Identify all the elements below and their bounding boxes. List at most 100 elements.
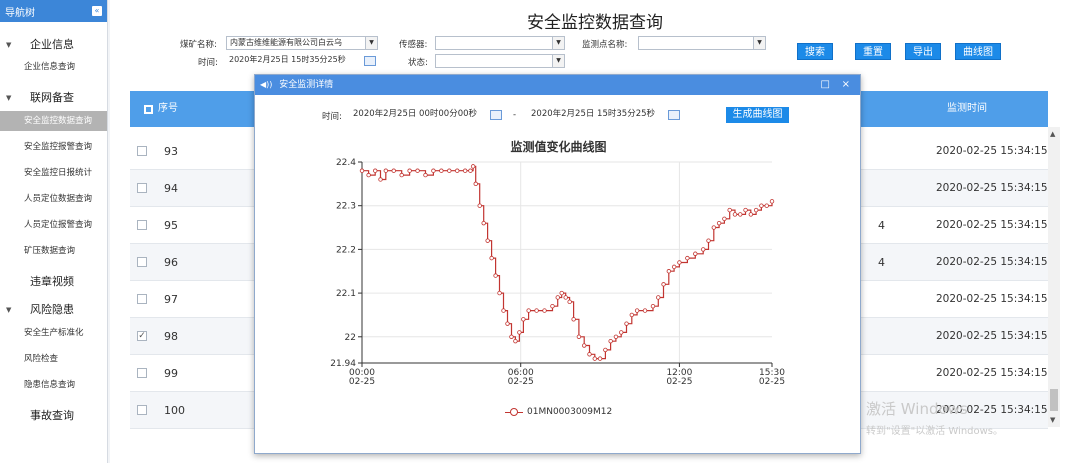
point-select[interactable]: ▼ <box>638 36 766 50</box>
sidebar-item-mine-pressure[interactable]: 矿压数据查询 <box>0 241 107 261</box>
data-point <box>597 356 603 361</box>
data-point <box>485 238 490 243</box>
row-checkbox[interactable] <box>137 405 147 415</box>
search-button[interactable]: 搜索 <box>797 43 833 60</box>
export-button[interactable]: 导出 <box>905 43 941 60</box>
row-seq: 100 <box>164 404 185 417</box>
mine-select[interactable]: 内蒙古维维能源有限公司白云乌 ▼ <box>226 36 378 50</box>
status-label: 状态: <box>408 58 428 68</box>
row-mid: 4 <box>878 256 885 269</box>
data-point <box>722 216 727 222</box>
chevron-down-icon[interactable]: ▼ <box>552 37 564 49</box>
row-checkbox[interactable] <box>137 294 147 304</box>
data-point <box>764 203 769 208</box>
data-point <box>727 207 732 213</box>
data-point <box>468 168 473 173</box>
data-point <box>477 203 482 208</box>
data-point <box>399 172 404 178</box>
sidebar-group-company[interactable]: ▼ 企业信息 <box>0 35 107 55</box>
data-point <box>509 334 514 339</box>
sidebar-item-personnel-location-data[interactable]: 人员定位数据查询 <box>0 189 107 209</box>
sidebar-header: 导航树 « <box>0 0 107 22</box>
data-point <box>497 290 502 296</box>
sidebar-item-company-query[interactable]: 企业信息查询 <box>0 57 107 77</box>
data-point <box>732 212 738 217</box>
data-point <box>619 330 624 335</box>
legend-label: 01MN0003009M12 <box>527 407 613 417</box>
sidebar-item-safety-monitor-daily[interactable]: 安全监控日报统计 <box>0 163 107 183</box>
data-point <box>563 295 568 300</box>
row-checkbox[interactable] <box>137 146 147 156</box>
row-seq: 97 <box>164 293 178 306</box>
chart-legend[interactable]: 01MN0003009M12 <box>505 407 612 417</box>
data-point <box>513 338 518 344</box>
row-checkbox[interactable] <box>137 220 147 230</box>
data-point <box>701 247 706 252</box>
time-label: 时间: <box>198 58 218 68</box>
scroll-up-icon[interactable]: ▲ <box>1050 130 1055 138</box>
sidebar-group-label: 联网备查 <box>30 91 74 104</box>
sensor-select[interactable]: ▼ <box>435 36 565 50</box>
curve-button[interactable]: 曲线图 <box>955 43 1001 60</box>
chevron-down-icon[interactable]: ▼ <box>365 37 377 49</box>
data-point <box>581 343 587 348</box>
select-all-checkbox[interactable] <box>144 105 153 114</box>
scrollbar-thumb[interactable] <box>1050 389 1058 411</box>
sidebar-group-violation-video[interactable]: 违章视频 <box>0 272 107 292</box>
data-point <box>666 269 672 274</box>
row-time: 2020-02-25 15:34:15 <box>936 182 1048 194</box>
data-point <box>366 172 371 178</box>
data-point <box>383 168 389 173</box>
sidebar-item-hazard-query[interactable]: 隐患信息查询 <box>0 375 107 395</box>
time-input[interactable]: 2020年2月25日 15时35分25秒 <box>226 54 360 68</box>
data-point <box>650 303 656 309</box>
column-seq: 序号 <box>158 103 178 114</box>
row-checkbox-checked[interactable]: ✓ <box>137 331 147 341</box>
row-checkbox[interactable] <box>137 183 147 193</box>
mine-select-value: 内蒙古维维能源有限公司白云乌 <box>230 38 342 47</box>
row-checkbox[interactable] <box>137 257 147 267</box>
double-chevron-left-icon[interactable]: « <box>92 6 102 16</box>
data-point <box>613 334 619 339</box>
data-point <box>587 352 592 357</box>
data-point <box>505 321 510 326</box>
data-point <box>391 168 396 173</box>
row-seq: 99 <box>164 367 178 380</box>
data-point <box>493 273 498 278</box>
status-select[interactable]: ▼ <box>435 54 565 68</box>
sidebar-item-safety-monitor-data[interactable]: 安全监控数据查询 <box>0 111 107 131</box>
data-point <box>455 168 460 173</box>
data-point <box>711 225 717 230</box>
row-seq: 94 <box>164 182 178 195</box>
sensor-label: 传感器: <box>399 40 428 50</box>
chevron-down-icon[interactable]: ▼ <box>753 37 765 49</box>
data-point <box>661 282 666 287</box>
sidebar-group-accident[interactable]: 事故查询 <box>0 406 107 426</box>
reset-button[interactable]: 重置 <box>855 43 891 60</box>
sidebar-item-personnel-location-alarm[interactable]: 人员定位报警查询 <box>0 215 107 235</box>
data-point <box>550 303 555 309</box>
sidebar-item-safety-standard[interactable]: 安全生产标准化 <box>0 323 107 343</box>
windows-activation-hint: 转到"设置"以激活 Windows。 <box>866 426 1004 437</box>
table-scrollbar[interactable]: ▲ ▼ <box>1048 127 1060 427</box>
data-point <box>592 356 597 361</box>
data-point <box>501 308 506 313</box>
row-seq: 95 <box>164 219 178 232</box>
scroll-down-icon[interactable]: ▼ <box>1050 416 1055 424</box>
data-point <box>656 295 661 300</box>
sidebar-group-network[interactable]: ▼ 联网备查 <box>0 88 107 108</box>
row-checkbox[interactable] <box>137 368 147 378</box>
data-point <box>447 168 452 173</box>
row-time: 2020-02-25 15:34:15 <box>936 219 1048 231</box>
data-point <box>481 220 486 226</box>
sidebar-item-safety-monitor-alarm[interactable]: 安全监控报警查询 <box>0 137 107 157</box>
data-point <box>706 238 711 243</box>
row-time: 2020-02-25 15:34:15 <box>936 256 1048 268</box>
data-point <box>542 308 547 313</box>
chevron-down-icon[interactable]: ▼ <box>552 55 564 67</box>
sidebar-item-risk-check[interactable]: 风险检查 <box>0 349 107 369</box>
data-point <box>415 168 420 173</box>
data-point <box>559 290 564 296</box>
sidebar-group-risk[interactable]: ▼ 风险隐患 <box>0 300 107 320</box>
calendar-icon[interactable] <box>364 56 376 66</box>
